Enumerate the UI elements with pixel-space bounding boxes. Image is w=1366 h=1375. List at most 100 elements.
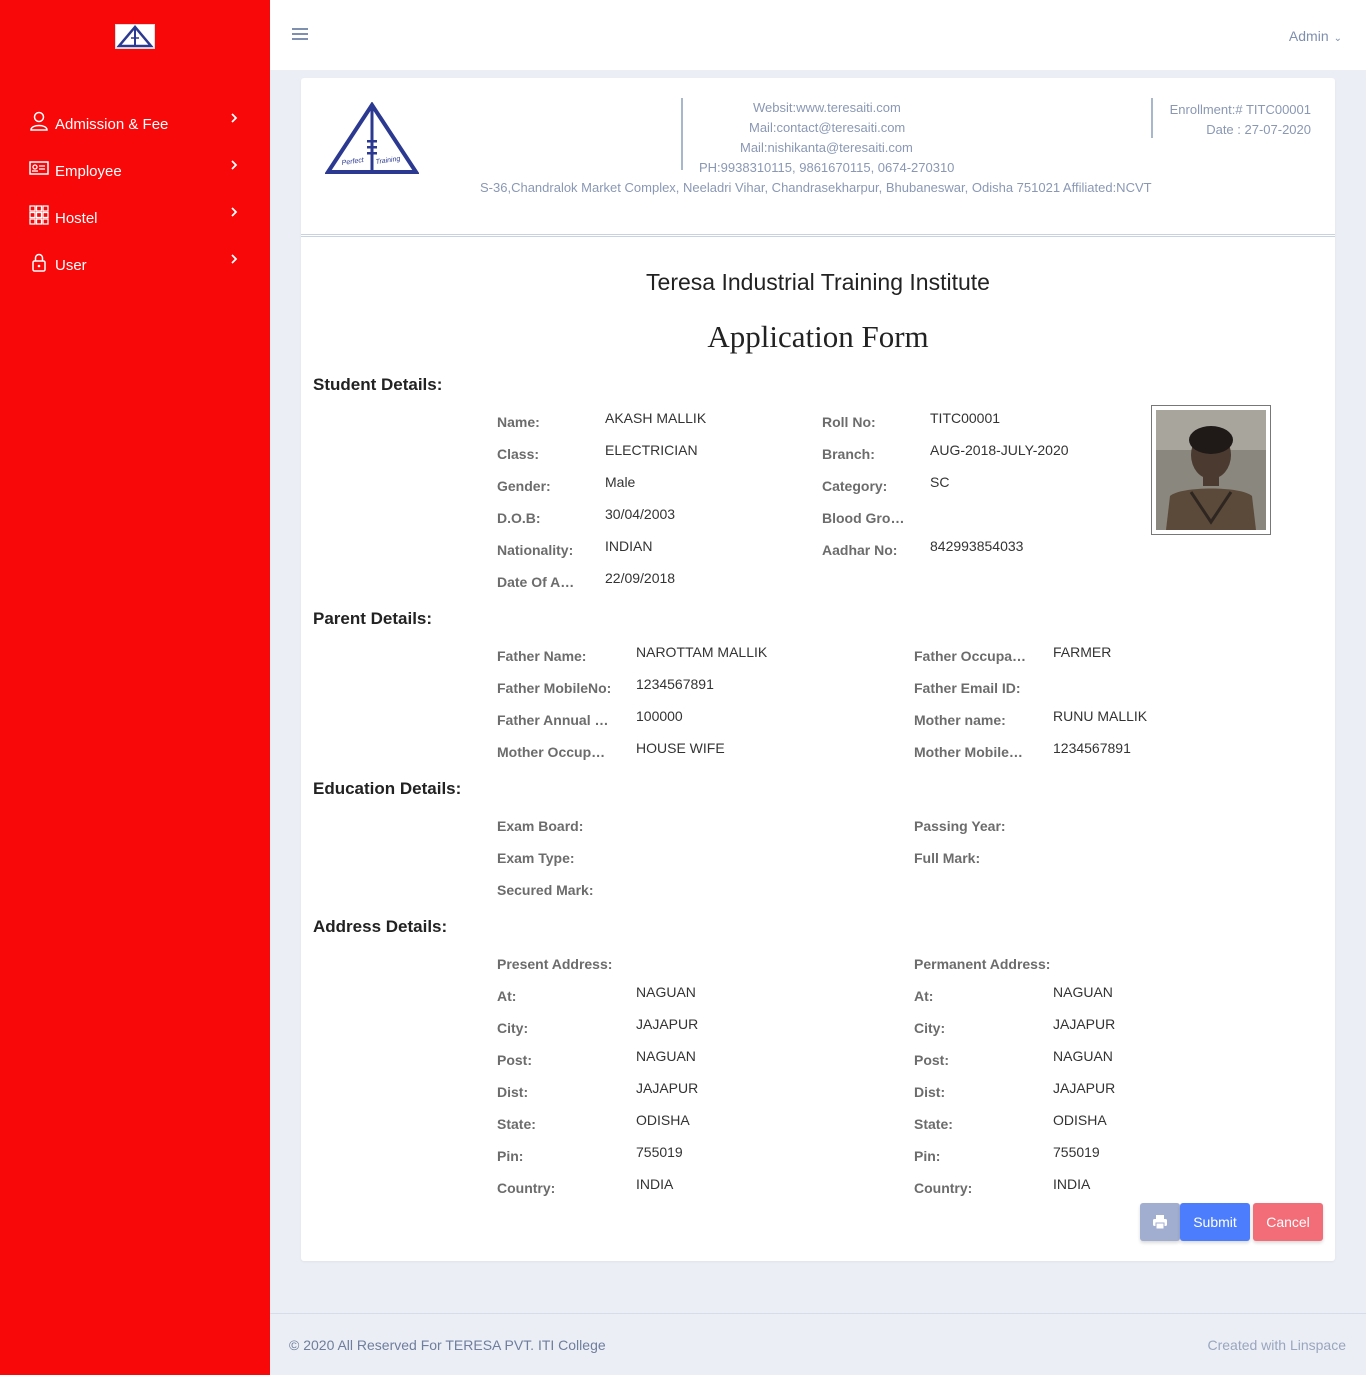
header-divider [1151,98,1153,138]
submit-button[interactable]: Submit [1180,1203,1250,1241]
permanent-country-value: INDIA [1053,1176,1091,1192]
header-address: S-36,Chandralok Market Complex, Neeladri… [480,180,1152,195]
permanent-pin-label: Pin: [914,1148,941,1164]
present-at-value: NAGUAN [636,984,696,1000]
permanent-at-label: At: [914,988,934,1004]
student-gender-label: Gender: [497,478,551,494]
chevron-right-icon [231,113,238,123]
topbar: Admin ⌄ [270,0,1366,70]
present-address-label: Present Address: [497,956,613,972]
permanent-at-value: NAGUAN [1053,984,1113,1000]
grid-icon [29,205,49,225]
mother-mobile-label: Mother MobileNo: [914,744,1026,760]
menu-toggle-icon[interactable] [292,26,308,42]
permanent-city-value: JAJAPUR [1053,1016,1116,1032]
sidebar-logo[interactable] [115,24,155,49]
admin-user-menu[interactable]: Admin ⌄ [1289,28,1342,44]
present-state-value: ODISHA [636,1112,690,1128]
present-post-label: Post: [497,1052,532,1068]
sidebar-item-label: Employee [55,163,122,180]
father-mobile-value: 1234567891 [636,676,714,692]
student-dob-label: D.O.B: [497,510,541,526]
chevron-right-icon [231,207,238,217]
student-nationality-value: INDIAN [605,538,653,554]
student-doa-value: 22/09/2018 [605,570,676,586]
passing-year-label: Passing Year: [914,818,1006,834]
education-details-heading: Education Details: [313,779,462,798]
student-class-value: ELECTRICIAN [605,442,698,458]
permanent-post-label: Post: [914,1052,949,1068]
father-occupation-value: FARMER [1053,644,1112,660]
present-at-label: At: [497,988,517,1004]
father-name-value: NAROTTAM MALLIK [636,644,768,660]
student-dob-value: 30/04/2003 [605,506,676,522]
sidebar-item-employee[interactable]: Employee [0,150,270,190]
present-pin-value: 755019 [636,1144,683,1160]
header-website: Websit:www.teresaiti.com [753,100,901,115]
enrollment-number: Enrollment:# TITC00001 [1169,102,1311,117]
footer: © 2020 All Reserved For TERESA PVT. ITI … [270,1313,1366,1375]
student-class-label: Class: [497,446,540,462]
lock-icon [32,253,46,272]
present-city-label: City: [497,1020,529,1036]
header-separator [301,234,1335,237]
cancel-button[interactable]: Cancel [1253,1203,1323,1241]
father-occupation-label: Father Occupation: [914,648,1030,664]
student-name-label: Name: [497,414,540,430]
student-blood-label: Blood Group: [822,510,908,526]
institute-logo: Perfect Training [325,102,419,174]
form-title: Application Form [707,319,929,354]
header-divider [681,98,683,170]
user-icon [30,111,48,131]
enrollment-info: Enrollment:# TITC00001 Date : 27-07-2020 [1170,100,1311,140]
student-gender-value: Male [605,474,636,490]
permanent-dist-value: JAJAPUR [1053,1080,1116,1096]
permanent-country-label: Country: [914,1180,973,1196]
secured-mark-label: Secured Mark: [497,882,594,898]
exam-board-label: Exam Board: [497,818,584,834]
permanent-state-value: ODISHA [1053,1112,1107,1128]
father-email-label: Father Email ID: [914,680,1021,696]
mother-occupation-value: HOUSE WIFE [636,740,725,756]
father-name-label: Father Name: [497,648,587,664]
present-state-label: State: [497,1116,536,1132]
chevron-right-icon [231,254,238,264]
permanent-dist-label: Dist: [914,1084,946,1100]
permanent-state-label: State: [914,1116,953,1132]
student-roll-label: Roll No: [822,414,876,430]
mother-occupation-label: Mother Occupation: [497,744,609,760]
student-doa-label: Date Of Admission: [497,574,577,590]
permanent-city-label: City: [914,1020,946,1036]
footer-copyright: © 2020 All Reserved For TERESA PVT. ITI … [289,1337,606,1353]
student-aadhar-label: Aadhar No: [822,542,898,558]
chevron-right-icon [231,160,238,170]
permanent-address-label: Permanent Address: [914,956,1051,972]
exam-type-label: Exam Type: [497,850,575,866]
student-category-label: Category: [822,478,888,494]
student-aadhar-value: 842993854033 [930,538,1024,554]
student-category-value: SC [930,474,950,490]
enrollment-date: Date : 27-07-2020 [1206,122,1311,137]
mother-name-value: RUNU MALLIK [1053,708,1148,724]
header-mail: Mail:contact@teresaiti.com [749,120,906,135]
sidebar-item-user[interactable]: User [0,244,270,284]
sidebar: Admission & Fee Employee Hostel User [0,0,270,1375]
sidebar-item-label: Hostel [55,210,98,227]
chevron-down-icon: ⌄ [1333,33,1342,44]
student-photo [1151,405,1271,535]
permanent-post-value: NAGUAN [1053,1048,1113,1064]
address-details-heading: Address Details: [313,917,448,936]
sidebar-item-admission-fee[interactable]: Admission & Fee [0,103,270,143]
present-pin-label: Pin: [497,1148,524,1164]
present-country-label: Country: [497,1180,556,1196]
full-mark-label: Full Mark: [914,850,981,866]
present-dist-label: Dist: [497,1084,529,1100]
print-button[interactable] [1140,1203,1180,1241]
admin-label: Admin [1288,28,1329,44]
mother-name-label: Mother name: [914,712,1006,728]
sidebar-item-label: Admission & Fee [55,116,169,133]
sidebar-item-hostel[interactable]: Hostel [0,197,270,237]
student-roll-value: TITC00001 [930,410,1001,426]
id-card-icon [29,161,49,175]
father-income-label: Father Annual Income: [497,712,611,728]
